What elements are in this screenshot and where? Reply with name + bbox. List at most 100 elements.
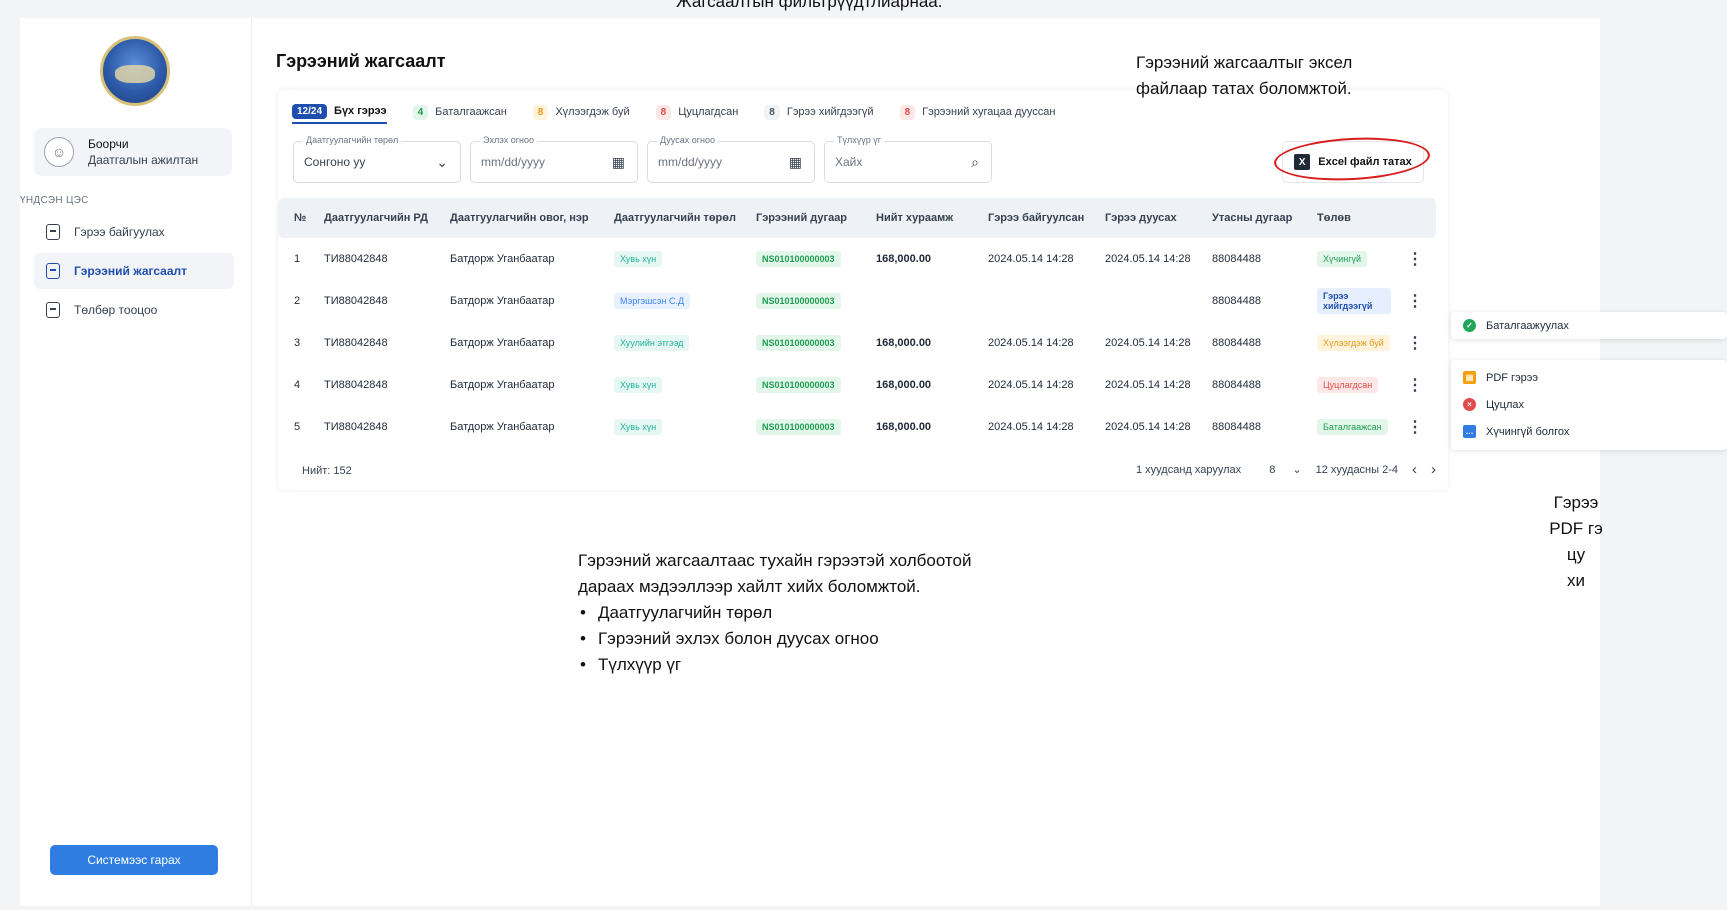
sidebar-item-create-contract[interactable]: Гэрээ байгуулах	[34, 214, 234, 250]
cell-name: Батдорж Уганбаатар	[450, 253, 555, 265]
calendar-icon[interactable]: ▦	[789, 154, 802, 171]
search-icon[interactable]: ⌕	[971, 154, 979, 171]
table-row[interactable]: 2 ТИ88042848 Батдорж Уганбаатар Мэргэшсэ…	[278, 280, 1436, 322]
col-header: Нийт хураамж	[876, 212, 954, 224]
contracts-table: № Даатгуулагчийн РД Даатгуулагчийн овог,…	[278, 198, 1436, 448]
cell-number: 3	[294, 337, 301, 349]
sidebar-item-payments[interactable]: Төлбөр тооцоо	[34, 292, 234, 328]
more-vertical-icon[interactable]: ⋮	[1407, 293, 1423, 310]
cell-fee	[860, 280, 972, 322]
cell-phone: 88084488	[1212, 421, 1261, 433]
annotation-line: Гэрээ	[1553, 493, 1599, 512]
cell-fee: 168,000.00	[876, 379, 932, 391]
per-page-select[interactable]: 8 ⌄	[1255, 463, 1301, 476]
pdf-file-icon: ▤	[1463, 371, 1476, 384]
cell-number: 4	[294, 379, 301, 391]
top-caption: Жагсаалтын фильтрүүдтлиарнаа.	[676, 0, 943, 11]
cell-name: Батдорж Уганбаатар	[450, 337, 555, 349]
cell-start: 2024.05.14 14:28	[988, 379, 1074, 391]
menu-section-label: ҮНДСЭН ЦЭС	[20, 195, 89, 206]
menu-item-pdf[interactable]: ▤ PDF гэрээ	[1451, 364, 1727, 391]
contract-code-chip: NS010100000003	[756, 293, 841, 309]
contract-code-chip: NS010100000003	[756, 251, 841, 267]
contract-code-chip: NS010100000003	[756, 377, 841, 393]
cell-end: 2024.05.14 14:28	[1105, 421, 1191, 433]
filter-label: Түлхүүр үг	[834, 135, 885, 145]
table-row[interactable]: 4 ТИ88042848 Батдорж Уганбаатар Хувь хүн…	[278, 364, 1436, 406]
annotation-line: хи	[1567, 571, 1585, 590]
cell-fee: 168,000.00	[876, 253, 932, 265]
tab-badge: 8	[899, 104, 916, 120]
status-badge: Цуцлагдсан	[1317, 377, 1379, 393]
page-range: 12 хуудасны 2-4	[1315, 463, 1398, 476]
sidebar-item-label: Төлбөр тооцоо	[74, 303, 158, 317]
menu-item-cancel[interactable]: × Цуцлах	[1451, 391, 1727, 418]
more-vertical-icon[interactable]: ⋮	[1407, 335, 1423, 352]
table-row[interactable]: 5 ТИ88042848 Батдорж Уганбаатар Хувь хүн…	[278, 406, 1436, 448]
menu-item-void[interactable]: … Хүчингүй болгох	[1451, 418, 1727, 445]
status-tabs: 12/24 Бүх гэрээ 4 Баталгаажсан 8 Хүлээгдэж …	[292, 100, 1081, 124]
cell-rd: ТИ88042848	[324, 253, 388, 265]
menu-actions-box: ▤ PDF гэрээ × Цуцлах … Хүчингүй болгох	[1451, 360, 1727, 450]
tab-all[interactable]: 12/24 Бүх гэрээ	[292, 100, 387, 124]
more-vertical-icon[interactable]: ⋮	[1407, 251, 1423, 268]
tab-cancelled[interactable]: 8 Цуцлагдсан	[655, 101, 738, 123]
cell-rd: ТИ88042848	[324, 421, 388, 433]
table-row[interactable]: 3 ТИ88042848 Батдорж Уганбаатар Хуулийн …	[278, 322, 1436, 364]
insured-type-chip: Хувь хүн	[614, 251, 663, 267]
cell-start: 2024.05.14 14:28	[988, 421, 1074, 433]
status-badge: Гэрээ хийгдээгүй	[1317, 288, 1391, 314]
excel-annotation: Гэрээний жагсаалтыг эксел файлаар татах …	[1136, 50, 1352, 102]
cell-end: 2024.05.14 14:28	[1105, 253, 1191, 265]
sidebar-item-contract-list[interactable]: Гэрээний жагсаалт	[34, 253, 234, 289]
more-vertical-icon[interactable]: ⋮	[1407, 377, 1423, 394]
status-badge: Баталгаажсан	[1317, 419, 1388, 435]
action-annotation: Гэрээ PDF гэ цу хи	[1516, 490, 1636, 594]
user-role: Даатгалын ажилтан	[88, 153, 199, 167]
annotation-line: цу	[1566, 545, 1586, 564]
status-badge: Хүлээгдэж буй	[1317, 335, 1390, 351]
cell-rd: ТИ88042848	[324, 295, 388, 307]
insured-type-chip: Хуулийн этгээд	[614, 335, 690, 351]
document-icon	[46, 224, 60, 240]
user-card[interactable]: ☺ Боорчи Даатгалын ажилтан	[34, 128, 232, 176]
contract-code-chip: NS010100000003	[756, 419, 841, 435]
avatar: ☺	[44, 137, 74, 167]
close-circle-icon: ×	[1463, 398, 1476, 411]
cell-phone: 88084488	[1212, 379, 1261, 391]
menu-item-confirm[interactable]: ✓ Баталгаажуулах	[1451, 312, 1727, 339]
tab-pending[interactable]: 8 Хүлээгдэж буй	[532, 101, 630, 123]
chevron-left-icon[interactable]: ‹	[1412, 461, 1417, 478]
tab-badge: 8	[764, 104, 780, 120]
start-date-input[interactable]: Эхлэх огноо mm/dd/yyyy ▦	[470, 135, 638, 183]
cell-end	[1089, 280, 1196, 322]
chevron-right-icon[interactable]: ›	[1431, 461, 1436, 478]
search-placeholder: Хайх	[835, 155, 863, 169]
tab-confirmed[interactable]: 4 Баталгаажсан	[412, 101, 507, 123]
calendar-icon[interactable]: ▦	[612, 154, 625, 171]
tab-label: Хүлээгдэж буй	[555, 106, 630, 118]
receipt-icon	[46, 302, 60, 318]
list-item: Гэрээний эхлэх болон дуусах огноо	[578, 626, 971, 652]
insured-type-select[interactable]: Даатгуулагчийн төрөл Сонгоно уу ⌄	[293, 135, 461, 183]
col-header: Гэрээний дугаар	[756, 212, 848, 224]
emblem-logo	[100, 36, 170, 106]
more-vertical-icon[interactable]: ⋮	[1407, 419, 1423, 436]
col-header: Даатгуулагчийн төрөл	[614, 212, 736, 224]
keyword-search-input[interactable]: Түлхүүр үг Хайх ⌕	[824, 135, 992, 183]
table-header-row: № Даатгуулагчийн РД Даатгуулагчийн овог,…	[278, 198, 1436, 238]
message-icon: …	[1463, 425, 1476, 438]
check-circle-icon: ✓	[1463, 319, 1476, 332]
tab-badge: 12/24	[292, 103, 328, 119]
cell-rd: ТИ88042848	[324, 379, 388, 391]
tab-expired[interactable]: 8 Гэрээний хугацаа дууссан	[899, 101, 1055, 123]
logout-button[interactable]: Системээс гарах	[50, 845, 218, 875]
per-page-value: 8	[1269, 464, 1276, 476]
insured-type-chip: Хувь хүн	[614, 419, 663, 435]
tab-not-made[interactable]: 8 Гэрээ хийгдээгүй	[764, 101, 874, 123]
date-placeholder: mm/dd/yyyy	[658, 155, 723, 169]
annotation-line: файлаар татах боломжтой.	[1136, 79, 1352, 98]
end-date-input[interactable]: Дуусах огноо mm/dd/yyyy ▦	[647, 135, 815, 183]
table-row[interactable]: 1 ТИ88042848 Батдорж Уганбаатар Хувь хүн…	[278, 238, 1436, 280]
tab-badge: 4	[412, 104, 429, 120]
